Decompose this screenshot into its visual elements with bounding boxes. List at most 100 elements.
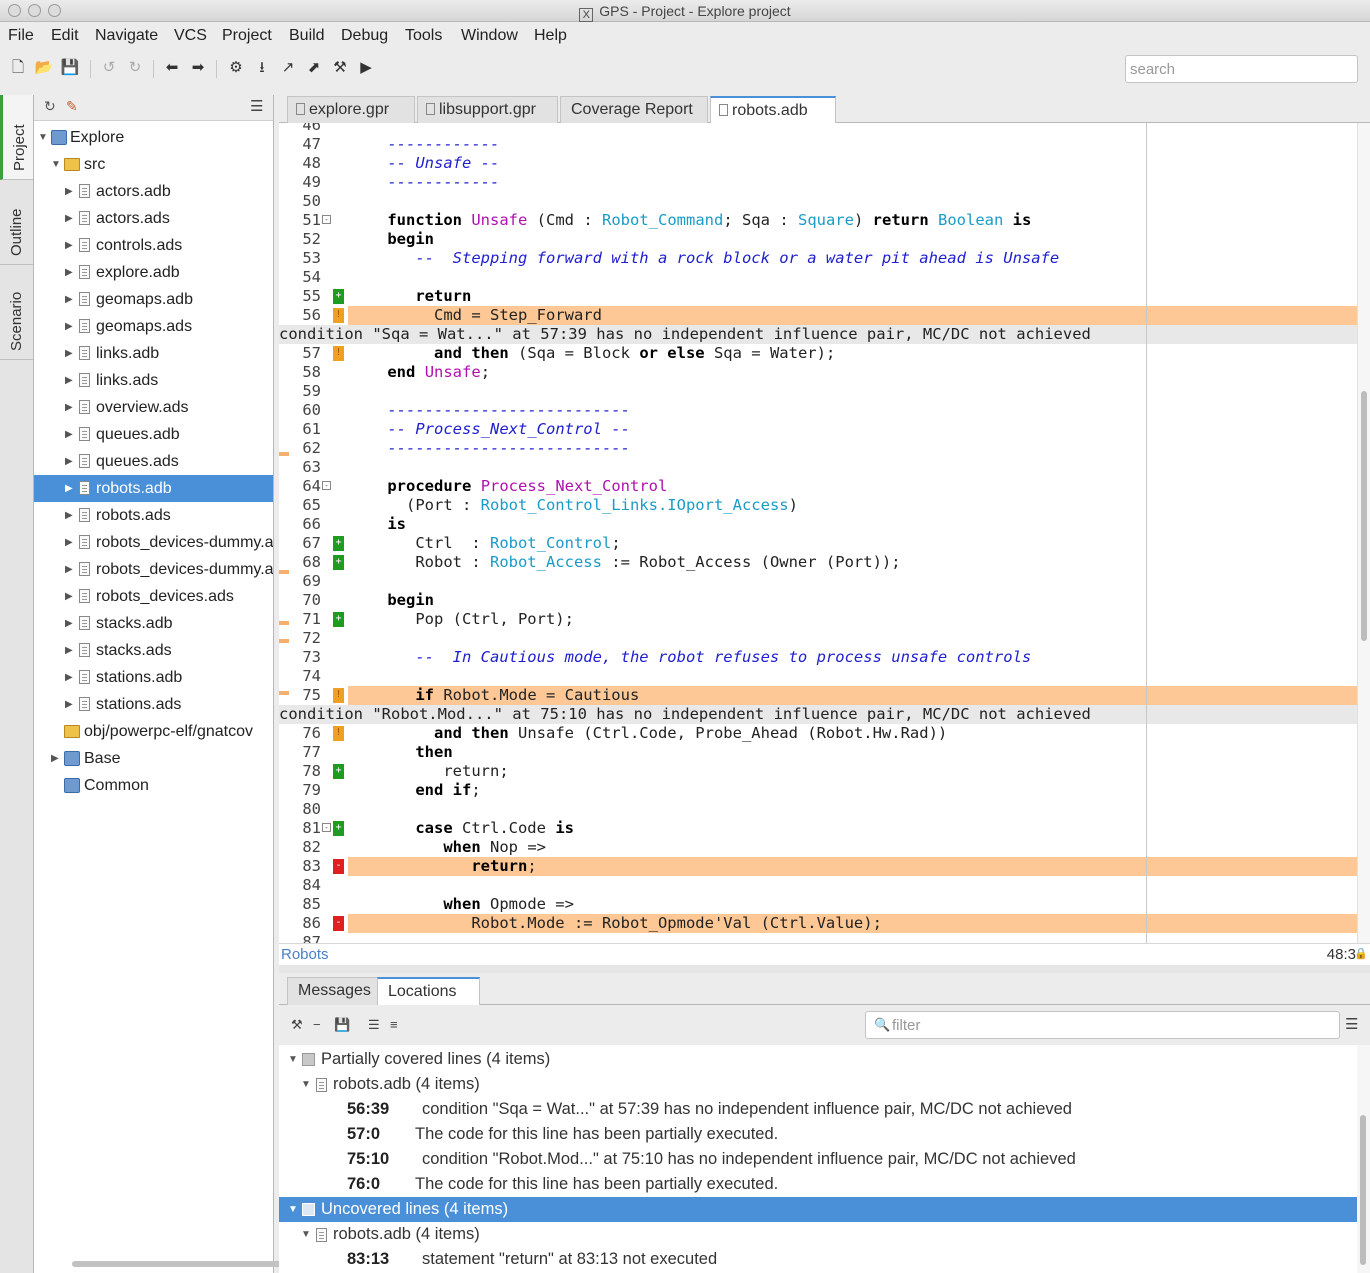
filter-input[interactable]: 🔍 filter (865, 1011, 1340, 1039)
expand-triangle-icon[interactable]: ▶ (65, 205, 73, 232)
menu-tools[interactable]: Tools (405, 27, 442, 45)
pane-splitter[interactable] (279, 965, 1370, 973)
collapse-triangle-icon[interactable]: ▼ (51, 151, 61, 178)
tree-folder-src[interactable]: ▼ src (34, 151, 273, 178)
fold-toggle-icon[interactable]: - (322, 481, 331, 490)
menu-window[interactable]: Window (461, 27, 518, 45)
tree-file[interactable]: ▶ queues.adb (34, 421, 273, 448)
save-icon[interactable]: 💾 (60, 58, 80, 78)
location-file[interactable]: ▼ robots.adb (4 items) (279, 1222, 1357, 1247)
editor-vertical-scrollbar[interactable] (1357, 123, 1370, 943)
clean-icon[interactable]: ⚒ (330, 58, 350, 78)
tree-file[interactable]: ▶ geomaps.ads (34, 313, 273, 340)
tree-file[interactable]: ▶ overview.ads (34, 394, 273, 421)
forward-icon[interactable]: ➡ (188, 58, 208, 78)
expand-triangle-icon[interactable]: ▶ (65, 691, 73, 718)
expand-triangle-icon[interactable]: ▶ (65, 475, 73, 502)
tab-scenario[interactable]: Scenario (0, 265, 33, 360)
tab-project[interactable]: Project (0, 95, 33, 180)
fold-toggle-icon[interactable]: - (322, 823, 331, 832)
expand-triangle-icon[interactable]: ▶ (65, 637, 73, 664)
build-icon[interactable]: ⭳ (252, 58, 272, 78)
menu-vcs[interactable]: VCS (174, 27, 207, 45)
menu-file[interactable]: File (8, 27, 34, 45)
tree-file[interactable]: ▶ robots_devices.ads (34, 583, 273, 610)
tree-file[interactable]: ▶ stacks.ads (34, 637, 273, 664)
menu-help[interactable]: Help (534, 27, 567, 45)
sync-icon[interactable]: ↻ (44, 98, 56, 115)
expand-triangle-icon[interactable]: ▶ (65, 394, 73, 421)
lock-icon[interactable]: 🔒 (1354, 947, 1368, 960)
expand-triangle-icon[interactable]: ▶ (65, 286, 73, 313)
expand-triangle-icon[interactable]: ▶ (65, 178, 73, 205)
current-context[interactable]: Robots (281, 946, 329, 963)
tree-file[interactable]: ▶ robots_devices-dummy.a (34, 556, 273, 583)
undo-icon[interactable]: ↺ (99, 58, 119, 78)
tab-outline[interactable]: Outline (0, 180, 33, 265)
tree-folder-obj[interactable]: obj/powerpc-elf/gnatcov (34, 718, 273, 745)
expand-all-icon[interactable]: ☰ (368, 1017, 380, 1033)
collapse-triangle-icon[interactable]: ▼ (301, 1072, 311, 1097)
expand-triangle-icon[interactable]: ▶ (65, 313, 73, 340)
fold-toggle-icon[interactable]: - (322, 215, 331, 224)
collapse-triangle-icon[interactable]: ▼ (301, 1222, 311, 1247)
remove-icon[interactable]: − (313, 1017, 321, 1032)
tree-file[interactable]: ▶ links.ads (34, 367, 273, 394)
tree-file[interactable]: ▶ actors.ads (34, 205, 273, 232)
source-editor[interactable]: 46 47 ------------ 48 -- Unsafe -- 49 --… (279, 123, 1370, 943)
expand-triangle-icon[interactable]: ▶ (65, 259, 73, 286)
menu-debug[interactable]: Debug (341, 27, 388, 45)
build-main-icon[interactable]: ↗ (278, 58, 298, 78)
locations-vertical-scrollbar[interactable] (1357, 1045, 1370, 1273)
location-item[interactable]: 57:0 The code for this line has been par… (279, 1122, 1357, 1147)
tree-file[interactable]: ▶ links.adb (34, 340, 273, 367)
tree-file[interactable]: ▶ actors.adb (34, 178, 273, 205)
collapse-triangle-icon[interactable]: ▼ (288, 1047, 298, 1072)
tree-file[interactable]: ▶ geomaps.adb (34, 286, 273, 313)
tree-project-explore[interactable]: ▼ Explore (34, 124, 273, 151)
expand-triangle-icon[interactable]: ▶ (65, 367, 73, 394)
location-group[interactable]: ▼ Uncovered lines (4 items) (279, 1197, 1357, 1222)
tree-file[interactable]: ▶ explore.adb (34, 259, 273, 286)
tree-file[interactable]: ▶ queues.ads (34, 448, 273, 475)
menu-edit[interactable]: Edit (51, 27, 79, 45)
expand-triangle-icon[interactable]: ▶ (65, 556, 73, 583)
expand-triangle-icon[interactable]: ▶ (65, 340, 73, 367)
expand-triangle-icon[interactable]: ▶ (65, 529, 73, 556)
location-file[interactable]: ▼ robots.adb (4 items) (279, 1072, 1357, 1097)
expand-triangle-icon[interactable]: ▶ (65, 610, 73, 637)
location-item[interactable]: 76:0 The code for this line has been par… (279, 1172, 1357, 1197)
tree-file[interactable]: ▶ robots.adb (34, 475, 273, 502)
tree-project-common[interactable]: Common (34, 772, 273, 799)
tab-robots-adb[interactable]: robots.adb (710, 96, 836, 124)
open-folder-icon[interactable]: 📂 (34, 58, 54, 78)
run-icon[interactable]: ▶ (356, 58, 376, 78)
tree-file[interactable]: ▶ stations.ads (34, 691, 273, 718)
menu-project[interactable]: Project (222, 27, 272, 45)
menu-build[interactable]: Build (289, 27, 325, 45)
location-item[interactable]: 56:39 condition "Sqa = Wat..." at 57:39 … (279, 1097, 1357, 1122)
tree-file[interactable]: ▶ robots.ads (34, 502, 273, 529)
expand-triangle-icon[interactable]: ▶ (65, 232, 73, 259)
panel-menu-icon[interactable]: ☰ (250, 97, 263, 115)
locations-menu-icon[interactable]: ☰ (1345, 1015, 1358, 1033)
tree-project-base[interactable]: ▶ Base (34, 745, 273, 772)
scrollbar-thumb[interactable] (1361, 391, 1367, 641)
location-item[interactable]: 83:13 statement "return" at 83:13 not ex… (279, 1247, 1357, 1272)
tab-explore-gpr[interactable]: explore.gpr (287, 96, 415, 123)
compile-icon[interactable]: ⚙ (226, 58, 246, 78)
tree-file[interactable]: ▶ stacks.adb (34, 610, 273, 637)
collapse-triangle-icon[interactable]: ▼ (38, 124, 48, 151)
search-input[interactable]: search (1125, 55, 1358, 83)
expand-triangle-icon[interactable]: ▶ (65, 583, 73, 610)
edit-project-icon[interactable]: ✎ (66, 98, 78, 115)
menu-navigate[interactable]: Navigate (95, 27, 158, 45)
redo-icon[interactable]: ↻ (125, 58, 145, 78)
save-icon[interactable]: 💾 (334, 1017, 350, 1033)
tab-locations[interactable]: Locations (377, 977, 480, 1005)
expand-triangle-icon[interactable]: ▶ (65, 421, 73, 448)
scrollbar-thumb[interactable] (1360, 1115, 1366, 1265)
expand-triangle-icon[interactable]: ▶ (51, 745, 59, 772)
expand-triangle-icon[interactable]: ▶ (65, 502, 73, 529)
tree-file[interactable]: ▶ robots_devices-dummy.a (34, 529, 273, 556)
